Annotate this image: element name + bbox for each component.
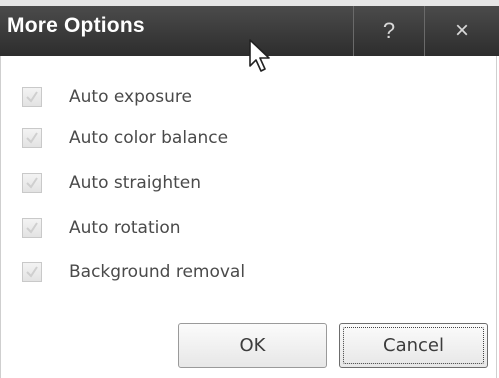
checkmark-icon	[26, 177, 38, 189]
close-icon: ×	[454, 17, 469, 44]
checkmark-icon	[26, 91, 38, 103]
dialog-title: More Options	[7, 14, 145, 37]
option-auto-rotation[interactable]: Auto rotation	[22, 215, 181, 241]
help-button[interactable]: ?	[354, 6, 424, 56]
option-label: Auto rotation	[69, 218, 181, 238]
option-auto-straighten[interactable]: Auto straighten	[22, 170, 201, 196]
cancel-button[interactable]: Cancel	[339, 323, 488, 368]
option-label: Background removal	[69, 262, 246, 282]
option-label: Auto color balance	[69, 128, 229, 148]
checkbox[interactable]	[22, 218, 42, 238]
help-icon: ?	[382, 18, 396, 43]
checkbox[interactable]	[22, 87, 42, 107]
ok-button-label: OK	[239, 335, 266, 356]
option-background-removal[interactable]: Background removal	[22, 259, 245, 285]
checkmark-icon	[26, 266, 38, 278]
checkbox[interactable]	[22, 262, 42, 282]
checkmark-icon	[26, 132, 38, 144]
option-auto-color-balance[interactable]: Auto color balance	[22, 125, 228, 151]
option-label: Auto exposure	[69, 87, 192, 107]
checkbox[interactable]	[22, 173, 42, 193]
focus-ring	[343, 327, 484, 364]
checkmark-icon	[26, 222, 38, 234]
option-auto-exposure[interactable]: Auto exposure	[22, 84, 192, 110]
ok-button[interactable]: OK	[178, 323, 327, 368]
close-button[interactable]: ×	[425, 6, 499, 56]
checkbox[interactable]	[22, 128, 42, 148]
option-label: Auto straighten	[69, 173, 201, 193]
